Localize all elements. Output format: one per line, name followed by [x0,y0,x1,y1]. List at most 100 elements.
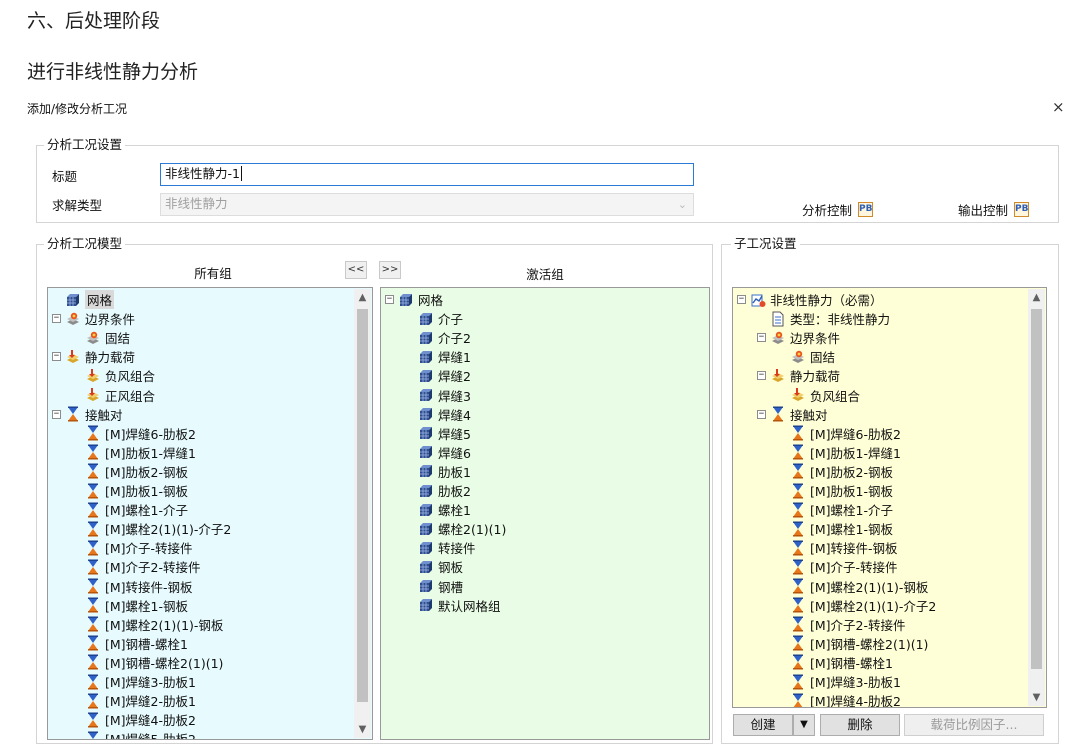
all-groups-item[interactable]: [M]焊缝2-肋板1 [72,691,196,710]
all-groups-tree[interactable]: 网格 − 边界条件 固结 − 静力载荷 负风组合 正风组合 − 接触对 [M]焊缝6-肋板2 [M]肋… [47,287,373,740]
scroll-thumb[interactable] [357,309,368,702]
all-groups-item[interactable]: 固结 [72,328,130,347]
collapse-toggle-icon[interactable]: − [757,371,766,381]
subcase-item[interactable]: [M]钢槽-螺栓1 [777,653,893,672]
subcase-item[interactable]: [M]螺栓2(1)(1)-钢板 [777,577,928,596]
all-groups-item[interactable]: [M]螺栓1-钢板 [72,596,188,615]
active-groups-item[interactable]: 转接件 [405,538,476,557]
active-groups-item[interactable]: 钢槽 [405,577,463,596]
mesh-icon [418,387,434,403]
create-dropdown-button[interactable]: ▼ [793,714,815,736]
all-groups-item[interactable]: − 静力载荷 [52,347,135,366]
subcase-item[interactable]: − 接触对 [757,405,828,424]
all-groups-item[interactable]: [M]焊缝6-肋板2 [72,424,196,443]
tree-item-label: [M]介子2-转接件 [810,617,906,633]
active-groups-item[interactable]: 焊缝1 [405,347,471,366]
subcase-item[interactable]: [M]肋板1-钢板 [777,481,893,500]
collapse-toggle-icon[interactable]: − [52,314,61,324]
subcase-item[interactable]: [M]螺栓1-钢板 [777,519,893,538]
collapse-toggle-icon[interactable]: − [757,333,766,343]
all-groups-item[interactable]: − 接触对 [52,405,123,424]
active-groups-item[interactable]: 介子 [405,309,463,328]
active-groups-item[interactable]: 焊缝5 [405,424,471,443]
active-groups-item[interactable]: 焊缝2 [405,366,471,385]
scroll-up-arrow-icon[interactable]: ▲ [354,289,371,306]
active-groups-header: 激活组 [526,267,564,282]
all-groups-item[interactable]: [M]转接件-钢板 [72,577,193,596]
all-groups-item[interactable]: [M]肋板1-钢板 [72,481,188,500]
all-groups-item[interactable]: 正风组合 [72,386,155,405]
subcase-item[interactable]: − 边界条件 [757,328,840,347]
all-groups-item[interactable]: 负风组合 [72,366,155,385]
create-button[interactable]: 创建 [733,714,793,736]
analysis-control-button[interactable]: 分析控制 PB [802,200,874,219]
subcase-item[interactable]: − 静力载荷 [757,366,840,385]
subcase-item[interactable]: [M]焊缝3-肋板1 [777,672,901,691]
tree-item-label: 非线性静力（必需） [770,293,883,308]
active-groups-item[interactable]: 焊缝6 [405,443,471,462]
subcase-item[interactable]: 负风组合 [777,386,860,405]
active-groups-item[interactable]: 螺栓2(1)(1) [405,519,506,538]
subcase-item[interactable]: [M]螺栓1-介子 [777,500,893,519]
all-groups-item[interactable]: [M]肋板2-钢板 [72,462,188,481]
collapse-toggle-icon[interactable]: − [385,295,394,304]
all-groups-item[interactable]: [M]螺栓2(1)(1)-钢板 [72,615,223,634]
collapse-toggle-icon[interactable]: − [757,409,766,419]
all-groups-item[interactable]: [M]介子2-转接件 [72,557,201,576]
all-groups-item[interactable]: 网格 [52,290,115,309]
tree-item-label: [M]螺栓1-钢板 [105,598,189,614]
subcase-item[interactable]: − 非线性静力（必需） [737,290,883,309]
subcase-item[interactable]: [M]介子-转接件 [777,557,898,576]
subcase-item[interactable]: [M]肋板2-钢板 [777,462,893,481]
all-groups-item[interactable]: − 边界条件 [52,309,135,328]
all-groups-item[interactable]: [M]焊缝4-肋板2 [72,710,196,729]
active-groups-item[interactable]: 焊缝3 [405,386,471,405]
subcase-item[interactable]: [M]焊缝6-肋板2 [777,424,901,443]
title-input[interactable]: 非线性静力-1 [160,163,694,186]
all-groups-item[interactable]: [M]焊缝5-肋板2 [72,729,196,739]
close-icon[interactable]: × [1052,98,1065,116]
subcase-item[interactable]: [M]介子2-转接件 [777,615,906,634]
move-left-button[interactable]: << [345,261,367,279]
all-groups-item[interactable]: [M]介子-转接件 [72,538,193,557]
active-groups-item[interactable]: 默认网格组 [405,596,501,615]
output-control-button[interactable]: 输出控制 PB [958,200,1030,219]
scroll-down-arrow-icon[interactable]: ▼ [354,721,371,738]
all-groups-item[interactable]: [M]螺栓1-介子 [72,500,188,519]
all-groups-item[interactable]: [M]钢槽-螺栓2(1)(1) [72,653,223,672]
active-groups-item[interactable]: 肋板2 [405,481,471,500]
all-groups-item[interactable]: [M]钢槽-螺栓1 [72,634,188,653]
subcase-item[interactable]: [M]焊缝4-肋板2 [777,691,901,707]
boundary-condition-icon [770,330,786,346]
subcase-scrollbar[interactable]: ▲ ▼ [1028,289,1045,706]
contact-pair-icon [85,712,101,728]
collapse-toggle-icon[interactable]: − [737,295,746,304]
active-groups-item[interactable]: 螺栓1 [405,500,471,519]
all-groups-item[interactable]: [M]焊缝3-肋板1 [72,672,196,691]
active-groups-item[interactable]: − 网格 [385,290,443,309]
subcase-item[interactable]: 类型：非线性静力 [757,309,890,328]
all-groups-item[interactable]: [M]螺栓2(1)(1)-介子2 [72,519,231,538]
subcase-tree[interactable]: − 非线性静力（必需） 类型：非线性静力 − 边界条件 固结 − 静力载荷 负风组合 − 接触对 [M… [732,287,1047,708]
subcase-item[interactable]: [M]钢槽-螺栓2(1)(1) [777,634,928,653]
scroll-thumb[interactable] [1031,309,1042,669]
tree-item-label: [M]转接件-钢板 [105,579,193,595]
active-groups-tree[interactable]: − 网格 介子 介子2 焊缝1 焊缝2 焊缝3 焊缝4 焊缝5 焊缝6 肋板1 肋板2 螺栓1 螺栓2(1… [380,287,710,740]
subcase-item[interactable]: [M]转接件-钢板 [777,538,898,557]
collapse-toggle-icon[interactable]: − [52,409,61,419]
active-groups-item[interactable]: 肋板1 [405,462,471,481]
delete-button[interactable]: 删除 [820,714,900,736]
active-groups-item[interactable]: 介子2 [405,328,471,347]
subcase-item[interactable]: [M]螺栓2(1)(1)-介子2 [777,596,936,615]
all-groups-item[interactable]: [M]肋板1-焊缝1 [72,443,196,462]
scroll-up-arrow-icon[interactable]: ▲ [1028,289,1045,306]
all-groups-scrollbar[interactable]: ▲ ▼ [354,289,371,738]
subcase-item[interactable]: 固结 [777,347,835,366]
subcase-item[interactable]: [M]肋板1-焊缝1 [777,443,901,462]
move-right-button[interactable]: >> [379,261,401,279]
contact-pair-icon [85,693,101,709]
scroll-down-arrow-icon[interactable]: ▼ [1028,689,1045,706]
active-groups-item[interactable]: 钢板 [405,557,463,576]
active-groups-item[interactable]: 焊缝4 [405,405,471,424]
collapse-toggle-icon[interactable]: − [52,352,61,362]
